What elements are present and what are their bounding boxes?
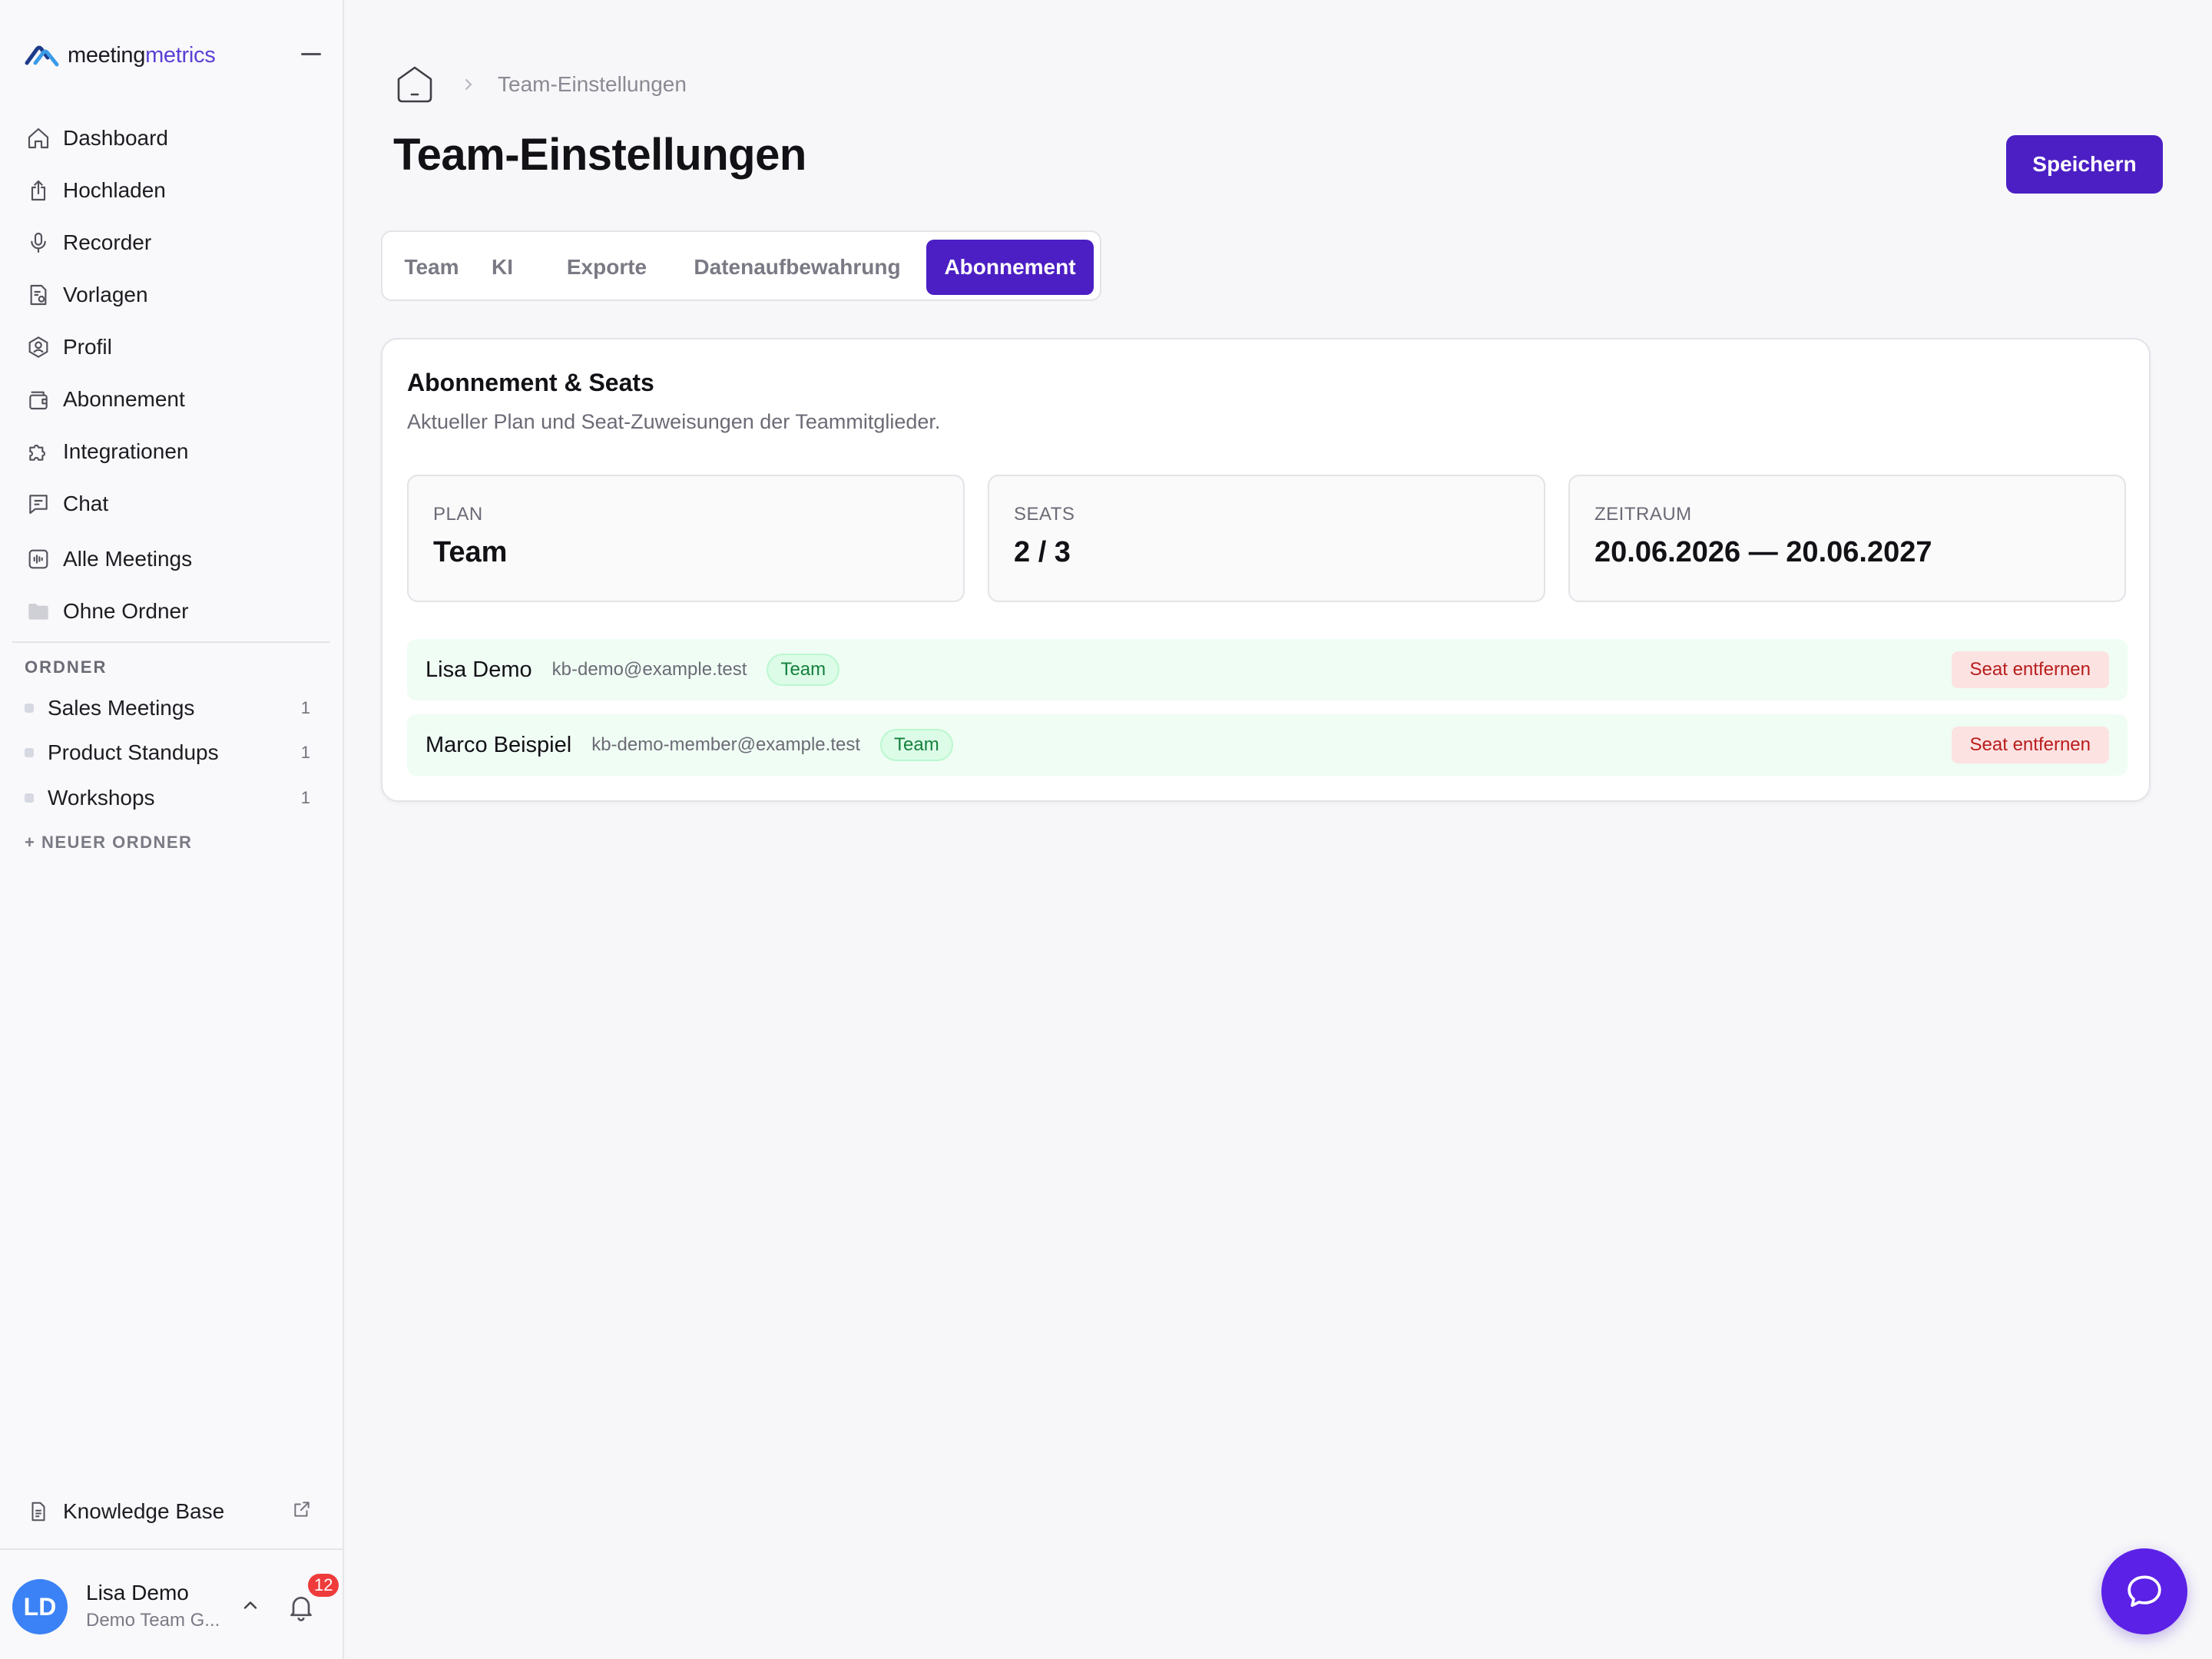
sidebar-item-vorlagen[interactable]: Vorlagen	[12, 272, 332, 318]
home-icon	[25, 124, 52, 152]
user-team: Demo Team G...	[86, 1610, 220, 1631]
sidebar-collapse-button[interactable]	[300, 45, 323, 63]
knowledge-base-link[interactable]: Knowledge Base	[12, 1488, 332, 1535]
sidebar-item-integrationen[interactable]: Integrationen	[12, 429, 332, 475]
member-email: kb-demo-member@example.test	[591, 734, 861, 755]
stat-label: PLAN	[433, 504, 483, 525]
sidebar-item-abonnement[interactable]: Abonnement	[12, 376, 332, 422]
user-menu[interactable]: LD Lisa Demo Demo Team G... 12	[0, 1548, 343, 1659]
chevron-up-icon[interactable]	[240, 1594, 261, 1616]
chevron-right-icon	[465, 79, 472, 90]
logo-text: meetingmetrics	[68, 42, 216, 68]
template-icon	[25, 281, 52, 309]
chat-bubble-icon	[2128, 1575, 2161, 1608]
upload-icon	[25, 177, 52, 204]
sidebar-item-label: Integrationen	[63, 439, 189, 463]
audio-file-icon	[25, 545, 52, 573]
stat-seats: SEATS 2 / 3	[988, 475, 1545, 602]
tab-abonnement[interactable]: Abonnement	[926, 240, 1094, 295]
folder-item-sales-meetings[interactable]: Sales Meetings 1	[12, 687, 332, 729]
tab-ki[interactable]: KI	[481, 240, 524, 295]
page-title: Team-Einstellungen	[393, 130, 806, 180]
breadcrumb: Team-Einstellungen	[393, 63, 687, 106]
sidebar-item-label: Dashboard	[63, 126, 168, 150]
plan-badge: Team	[880, 729, 953, 761]
sidebar-item-alle-meetings[interactable]: Alle Meetings	[12, 536, 332, 582]
sidebar-item-profil[interactable]: Profil	[12, 324, 332, 370]
stat-plan: PLAN Team	[407, 475, 965, 602]
subscription-card: Abonnement & Seats Aktueller Plan und Se…	[381, 338, 2151, 802]
sidebar-item-label: Chat	[63, 492, 109, 515]
app-logo[interactable]: meetingmetrics	[25, 40, 216, 71]
folder-item-product-standups[interactable]: Product Standups 1	[12, 732, 332, 773]
notification-badge: 12	[306, 1571, 342, 1599]
card-subtitle: Aktueller Plan und Seat-Zuweisungen der …	[407, 410, 941, 433]
tab-datenaufbewahrung[interactable]: Datenaufbewahrung	[685, 240, 909, 295]
wallet-icon	[25, 386, 52, 413]
save-button[interactable]: Speichern	[2006, 135, 2163, 194]
folder-label: Product Standups	[48, 740, 219, 764]
folder-count: 1	[300, 788, 310, 807]
tab-exporte[interactable]: Exporte	[559, 240, 654, 295]
stat-value: Team	[433, 536, 508, 568]
sidebar-item-recorder[interactable]: Recorder	[12, 220, 332, 266]
user-name: Lisa Demo	[86, 1581, 189, 1604]
logo-mark-icon	[25, 45, 59, 67]
knowledge-base-label: Knowledge Base	[63, 1499, 225, 1523]
stat-value: 2 / 3	[1014, 536, 1071, 568]
external-link-icon	[292, 1499, 316, 1524]
folder-label: Sales Meetings	[48, 696, 195, 720]
folder-label: Workshops	[48, 786, 155, 810]
sidebar-item-label: Profil	[63, 335, 112, 359]
folder-count: 1	[300, 743, 310, 762]
sidebar-item-label: Abonnement	[63, 387, 185, 411]
sidebar-item-chat[interactable]: Chat	[12, 481, 332, 527]
tab-team[interactable]: Team	[393, 240, 470, 295]
support-chat-button[interactable]	[2101, 1548, 2187, 1634]
remove-seat-button[interactable]: Seat entfernen	[1951, 651, 2109, 688]
chat-icon	[25, 490, 52, 518]
folder-dot-icon	[25, 793, 34, 803]
folder-icon	[25, 598, 52, 625]
remove-seat-button[interactable]: Seat entfernen	[1951, 727, 2109, 763]
sidebar-item-label: Vorlagen	[63, 283, 148, 306]
stat-zeitraum: ZEITRAUM 20.06.2026 — 20.06.2027	[1568, 475, 2126, 602]
microphone-icon	[25, 229, 52, 257]
folders-section-title: ORDNER	[25, 657, 108, 677]
sidebar-divider	[12, 641, 330, 643]
plan-badge: Team	[767, 654, 840, 686]
sidebar-item-label: Recorder	[63, 230, 152, 254]
folder-item-workshops[interactable]: Workshops 1	[12, 777, 332, 819]
document-icon	[25, 1498, 52, 1525]
stat-label: ZEITRAUM	[1594, 504, 1692, 525]
member-name: Marco Beispiel	[426, 732, 572, 757]
folder-count: 1	[300, 698, 310, 717]
new-folder-button[interactable]: + NEUER ORDNER	[25, 833, 192, 853]
minus-icon	[301, 52, 321, 55]
sidebar-item-ohne-ordner[interactable]: Ohne Ordner	[12, 588, 332, 634]
sidebar: meetingmetrics Dashboard Hochladen Recor…	[0, 0, 344, 1659]
stat-value: 20.06.2026 — 20.06.2027	[1594, 536, 1932, 568]
folder-dot-icon	[25, 748, 34, 757]
stat-label: SEATS	[1014, 504, 1075, 525]
home-icon[interactable]	[393, 63, 436, 106]
profile-icon	[25, 333, 52, 361]
member-email: kb-demo@example.test	[551, 659, 747, 680]
sidebar-item-hochladen[interactable]: Hochladen	[12, 167, 332, 214]
sidebar-item-dashboard[interactable]: Dashboard	[12, 115, 332, 161]
puzzle-icon	[25, 438, 52, 465]
card-title: Abonnement & Seats	[407, 369, 654, 396]
sidebar-item-label: Ohne Ordner	[63, 599, 189, 623]
member-name: Lisa Demo	[426, 657, 532, 682]
sidebar-item-label: Alle Meetings	[63, 547, 193, 571]
member-row: Lisa Demo kb-demo@example.test Team Seat…	[407, 639, 2128, 700]
member-row: Marco Beispiel kb-demo-member@example.te…	[407, 714, 2128, 776]
sidebar-item-label: Hochladen	[63, 178, 166, 202]
breadcrumb-current: Team-Einstellungen	[498, 72, 687, 96]
avatar[interactable]: LD	[12, 1579, 68, 1634]
folder-dot-icon	[25, 704, 34, 713]
settings-tabs: Team KI Exporte Datenaufbewahrung Abonne…	[381, 230, 1101, 301]
